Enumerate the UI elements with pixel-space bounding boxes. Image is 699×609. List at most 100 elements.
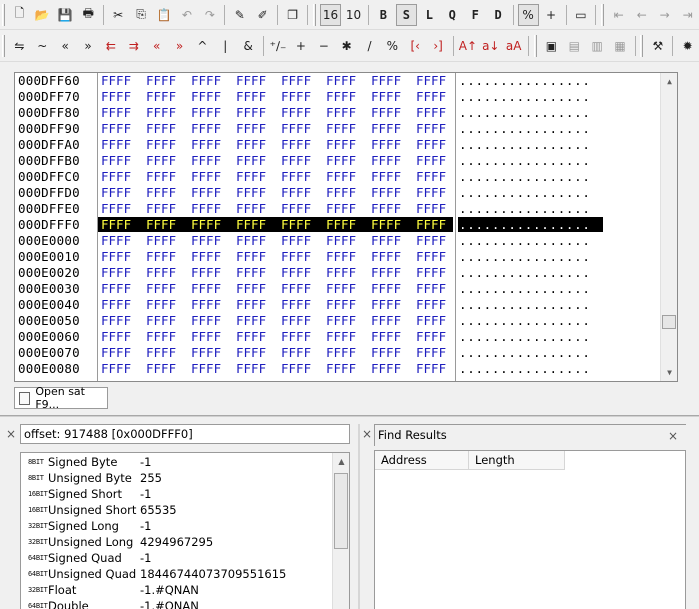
ascii-text[interactable]: ................ [459,297,607,313]
subtract-icon[interactable]: − [313,35,334,57]
hex-word[interactable]: FFFF [146,313,186,329]
hex-word[interactable]: FFFF [371,297,411,313]
new-file-icon[interactable]: 🗋 [9,4,30,26]
hex-word[interactable]: FFFF [101,217,141,233]
min-icon[interactable]: [‹ [405,35,426,57]
open-folder-icon[interactable]: 📂 [32,4,53,26]
hex-word[interactable]: FFFF [281,297,321,313]
print-icon[interactable]: 🖶 [78,4,99,26]
hex-word[interactable]: FFFF [236,313,276,329]
dec-10-icon[interactable]: 10 [343,4,364,26]
rotate-right-carry-icon[interactable]: » [169,35,190,57]
ascii-text[interactable]: ................ [459,313,607,329]
ascii-text[interactable]: ................ [459,73,607,89]
hex-row-selected[interactable]: 000DFFF0 FFFF FFFF FFFF FFFF FFFF FFFF FFFF FFFF… [15,217,659,233]
type-value[interactable]: -1.#QNAN [140,582,199,598]
hex-word[interactable]: FFFF [281,217,321,233]
ascii-text[interactable]: ................ [459,105,607,121]
hex-word[interactable]: FFFF [326,249,366,265]
hex-word[interactable]: FFFF [371,265,411,281]
type-value[interactable]: -1 [140,518,151,534]
ascii-text[interactable]: ................ [459,329,607,345]
hex-word[interactable]: FFFF [281,153,321,169]
toolbar-grip[interactable] [640,34,644,57]
hex-word[interactable]: FFFF [191,201,231,217]
hex-word[interactable]: FFFF [101,121,141,137]
hex-row[interactable]: 000DFFB0 FFFF FFFF FFFF FFFF FFFF FFFF FFFF FFFF… [15,153,659,169]
hex-word[interactable]: FFFF [146,73,186,89]
modulo-icon[interactable]: % [382,35,403,57]
close-icon[interactable]: × [666,428,680,444]
hex-word[interactable]: FFFF [101,249,141,265]
hex-word[interactable]: FFFF [191,153,231,169]
hex-word[interactable]: FFFF [101,361,141,377]
and-icon[interactable]: & [238,35,259,57]
hex-word[interactable]: FFFF [281,281,321,297]
hex-16-icon[interactable]: 16 [319,3,341,26]
hex-word[interactable]: FFFF [416,265,456,281]
hex-word[interactable]: FFFF [416,137,456,153]
hex-word[interactable]: FFFF [236,233,276,249]
hex-word[interactable]: FFFF [101,313,141,329]
hex-word[interactable]: FFFF [101,153,141,169]
layout-1-icon[interactable]: ▣ [541,35,562,57]
hex-row[interactable]: 000E0080 FFFF FFFF FFFF FFFF FFFF FFFF FFFF FFFF… [15,361,659,377]
hex-word[interactable]: FFFF [236,329,276,345]
hex-word[interactable]: FFFF [146,297,186,313]
ascii-text[interactable]: ................ [459,217,607,233]
hex-word[interactable]: FFFF [371,201,411,217]
hex-word[interactable]: FFFF [281,73,321,89]
inspector-row[interactable]: 64BIT Double -1.#QNAN [21,598,331,609]
ascii-text[interactable]: ................ [459,361,607,377]
hex-word[interactable]: FFFF [326,73,366,89]
hex-word[interactable]: FFFF [236,169,276,185]
quad-mode-icon[interactable]: Q [442,4,463,26]
hex-row[interactable]: 000E0000 FFFF FFFF FFFF FFFF FFFF FFFF FFFF FFFF… [15,233,659,249]
hex-word[interactable]: FFFF [146,217,186,233]
tab-open-sat[interactable]: Open sat F9... [14,385,108,411]
hex-word[interactable]: FFFF [146,121,186,137]
hex-word[interactable]: FFFF [101,345,141,361]
hex-word[interactable]: FFFF [281,329,321,345]
ascii-text[interactable]: ................ [459,89,607,105]
inspector-row[interactable]: 8BIT Signed Byte -1 [21,454,331,470]
hex-word[interactable]: FFFF [146,249,186,265]
toolbar-grip[interactable] [313,3,316,26]
hex-word[interactable]: FFFF [326,313,366,329]
hex-word[interactable]: FFFF [236,361,276,377]
hex-word[interactable]: FFFF [281,89,321,105]
hex-word[interactable]: FFFF [371,249,411,265]
hex-word[interactable]: FFFF [146,169,186,185]
hex-word[interactable]: FFFF [101,89,141,105]
hex-row[interactable]: 000E0050 FFFF FFFF FFFF FFFF FFFF FFFF FFFF FFFF… [15,313,659,329]
hex-word[interactable]: FFFF [191,313,231,329]
mark-icon[interactable]: ✎ [229,4,250,26]
hex-word[interactable]: FFFF [281,313,321,329]
hex-word[interactable]: FFFF [236,89,276,105]
toggle-case-icon[interactable]: aA [503,35,524,57]
hex-word[interactable]: FFFF [371,185,411,201]
settings-icon[interactable]: ✹ [677,35,698,57]
compare-icon[interactable]: ❐ [282,4,303,26]
panel-splitter[interactable] [0,415,699,417]
hex-word[interactable]: FFFF [326,329,366,345]
float-mode-icon[interactable]: F [465,4,486,26]
hex-word[interactable]: FFFF [236,105,276,121]
rotate-left-carry-icon[interactable]: « [146,35,167,57]
clear-mark-icon[interactable]: ✐ [252,4,273,26]
ascii-text[interactable]: ................ [459,265,607,281]
hex-word[interactable]: FFFF [281,185,321,201]
column-header-length[interactable]: Length [469,451,565,470]
inspector-row[interactable]: 16BIT Signed Short -1 [21,486,331,502]
hex-word[interactable]: FFFF [146,153,186,169]
hex-view[interactable]: 000DFF60 FFFF FFFF FFFF FFFF FFFF FFFF FFFF FFFF… [14,72,678,382]
hex-word[interactable]: FFFF [146,89,186,105]
hex-word[interactable]: FFFF [236,297,276,313]
hex-word[interactable]: FFFF [416,249,456,265]
hex-word[interactable]: FFFF [191,185,231,201]
hex-word[interactable]: FFFF [236,185,276,201]
hex-word[interactable]: FFFF [326,217,366,233]
hex-word[interactable]: FFFF [416,297,456,313]
hex-word[interactable]: FFFF [416,105,456,121]
hex-word[interactable]: FFFF [101,73,141,89]
